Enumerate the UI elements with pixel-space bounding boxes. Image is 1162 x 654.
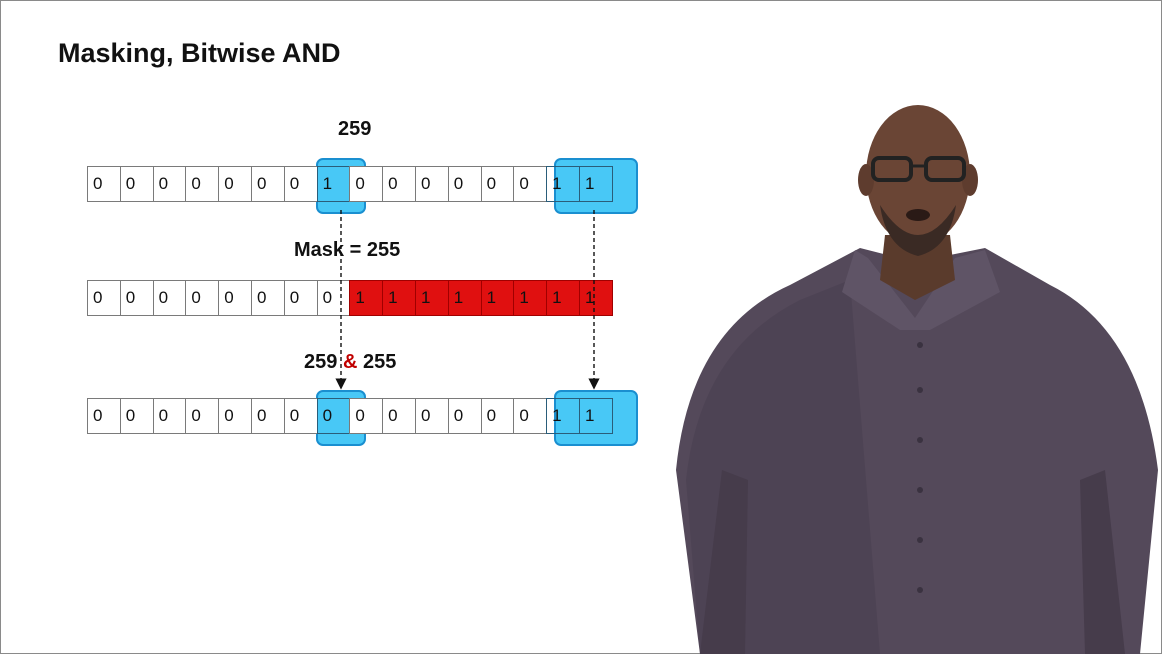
presenter-image (676, 105, 1158, 654)
